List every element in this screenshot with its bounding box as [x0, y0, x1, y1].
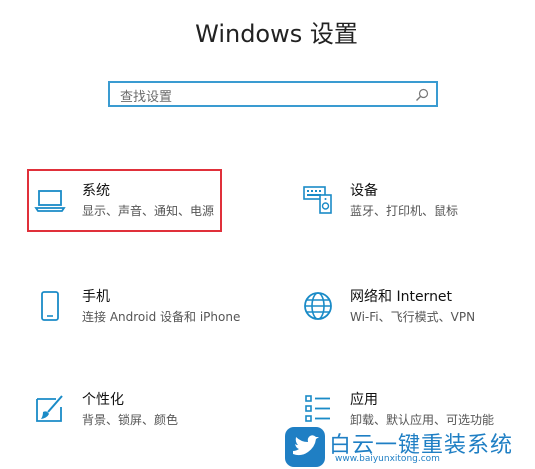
- tile-phone[interactable]: 手机 连接 Android 设备和 iPhone: [30, 286, 260, 346]
- tile-description: 背景、锁屏、颜色: [82, 413, 179, 427]
- globe-icon: [304, 292, 332, 320]
- tile-name: 个性化: [82, 392, 124, 408]
- paintbrush-icon: [36, 395, 63, 422]
- page-title: Windows 设置: [195, 20, 358, 48]
- devices-icon: [303, 186, 332, 214]
- tile-name: 系统: [82, 183, 110, 199]
- apps-list-icon: [305, 395, 330, 422]
- tile-description: Wi-Fi、飞行模式、VPN: [350, 310, 476, 324]
- tile-description: 蓝牙、打印机、鼠标: [350, 204, 459, 218]
- laptop-icon: [34, 190, 66, 212]
- tile-name: 手机: [82, 289, 110, 305]
- search-input[interactable]: 查找设置: [108, 81, 438, 107]
- watermark-url: www.baiyunxitong.com: [335, 454, 440, 464]
- tile-name: 设备: [350, 183, 378, 199]
- tile-name: 网络和 Internet: [350, 289, 453, 305]
- tile-description: 显示、声音、通知、电源: [82, 204, 215, 218]
- search-icon[interactable]: [415, 88, 429, 102]
- bird-logo-icon: [285, 427, 325, 467]
- tile-network[interactable]: 网络和 Internet Wi-Fi、飞行模式、VPN: [298, 286, 528, 346]
- tile-description: 连接 Android 设备和 iPhone: [82, 310, 241, 324]
- tile-devices[interactable]: 设备 蓝牙、打印机、鼠标: [298, 180, 528, 240]
- tile-personalization[interactable]: 个性化 背景、锁屏、颜色: [30, 389, 260, 449]
- tile-system[interactable]: 系统 显示、声音、通知、电源: [30, 180, 260, 240]
- phone-icon: [41, 291, 59, 321]
- search-placeholder: 查找设置: [120, 90, 173, 105]
- tile-name: 应用: [350, 392, 378, 408]
- watermark: 白云一键重装系统 www.baiyunxitong.com: [283, 425, 535, 469]
